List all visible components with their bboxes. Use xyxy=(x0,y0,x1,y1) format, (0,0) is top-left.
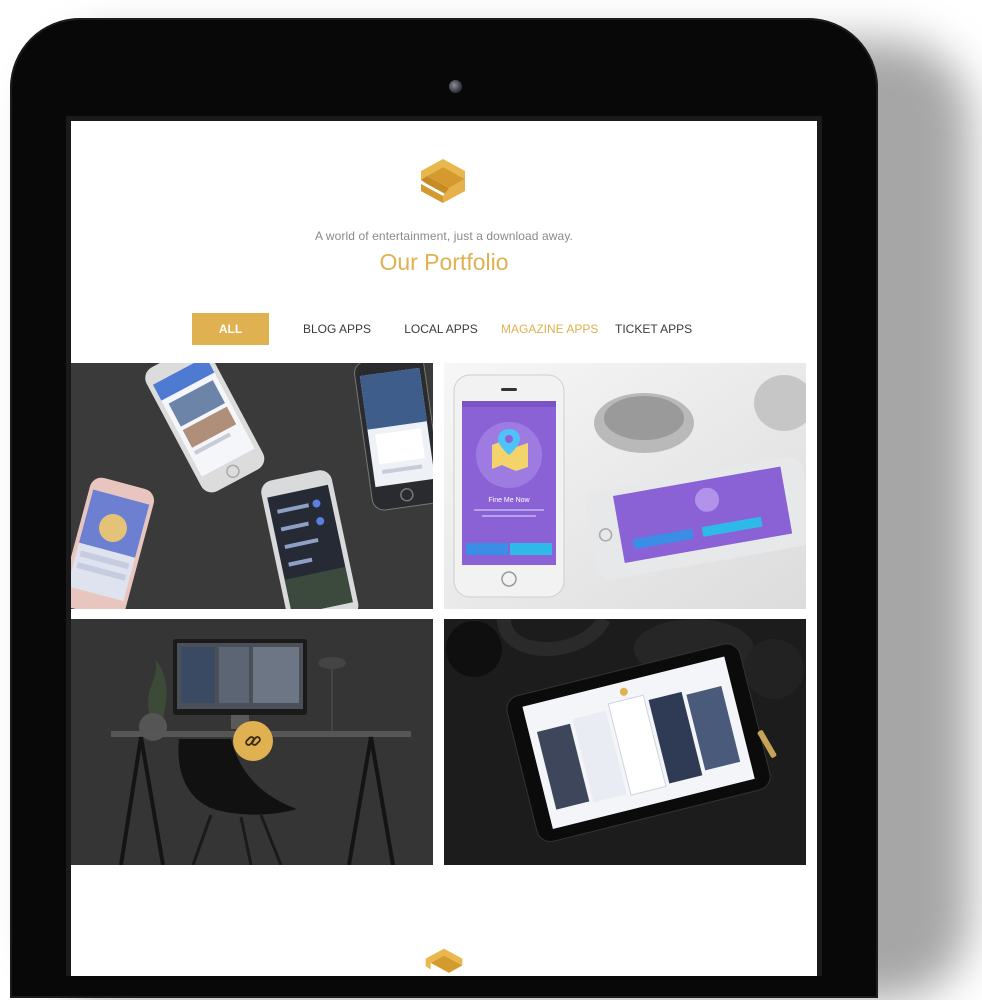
link-icon xyxy=(245,736,261,746)
filter-blog-apps[interactable]: BLOG APPS xyxy=(297,313,377,345)
portfolio-item-desk[interactable] xyxy=(71,619,433,865)
filter-local-apps[interactable]: LOCAL APPS xyxy=(402,313,480,345)
portfolio-filter-bar: ALL BLOG APPS LOCAL APPS MAGAZINE APPS T… xyxy=(71,313,817,345)
page-title: Our Portfolio xyxy=(379,249,509,275)
link-button[interactable] xyxy=(233,721,273,761)
portfolio-item-phones[interactable] xyxy=(71,363,433,609)
tagline: A world of entertainment, just a downloa… xyxy=(315,229,573,243)
phone-app-title: Fine Me Now xyxy=(488,497,530,504)
filter-magazine-apps[interactable]: MAGAZINE APPS xyxy=(501,313,598,345)
tablet-screen: A world of entertainment, just a downloa… xyxy=(66,116,822,976)
portfolio-item-find-me-now[interactable]: Fine Me Now xyxy=(444,363,806,609)
brand-logo-icon[interactable] xyxy=(417,157,469,205)
camera-icon xyxy=(449,80,462,93)
portfolio-item-tablet[interactable] xyxy=(444,619,806,865)
footer-logo-icon xyxy=(422,947,466,976)
filter-ticket-apps[interactable]: TICKET APPS xyxy=(615,313,692,345)
portfolio-page: A world of entertainment, just a downloa… xyxy=(71,121,817,976)
filter-all[interactable]: ALL xyxy=(192,313,269,345)
